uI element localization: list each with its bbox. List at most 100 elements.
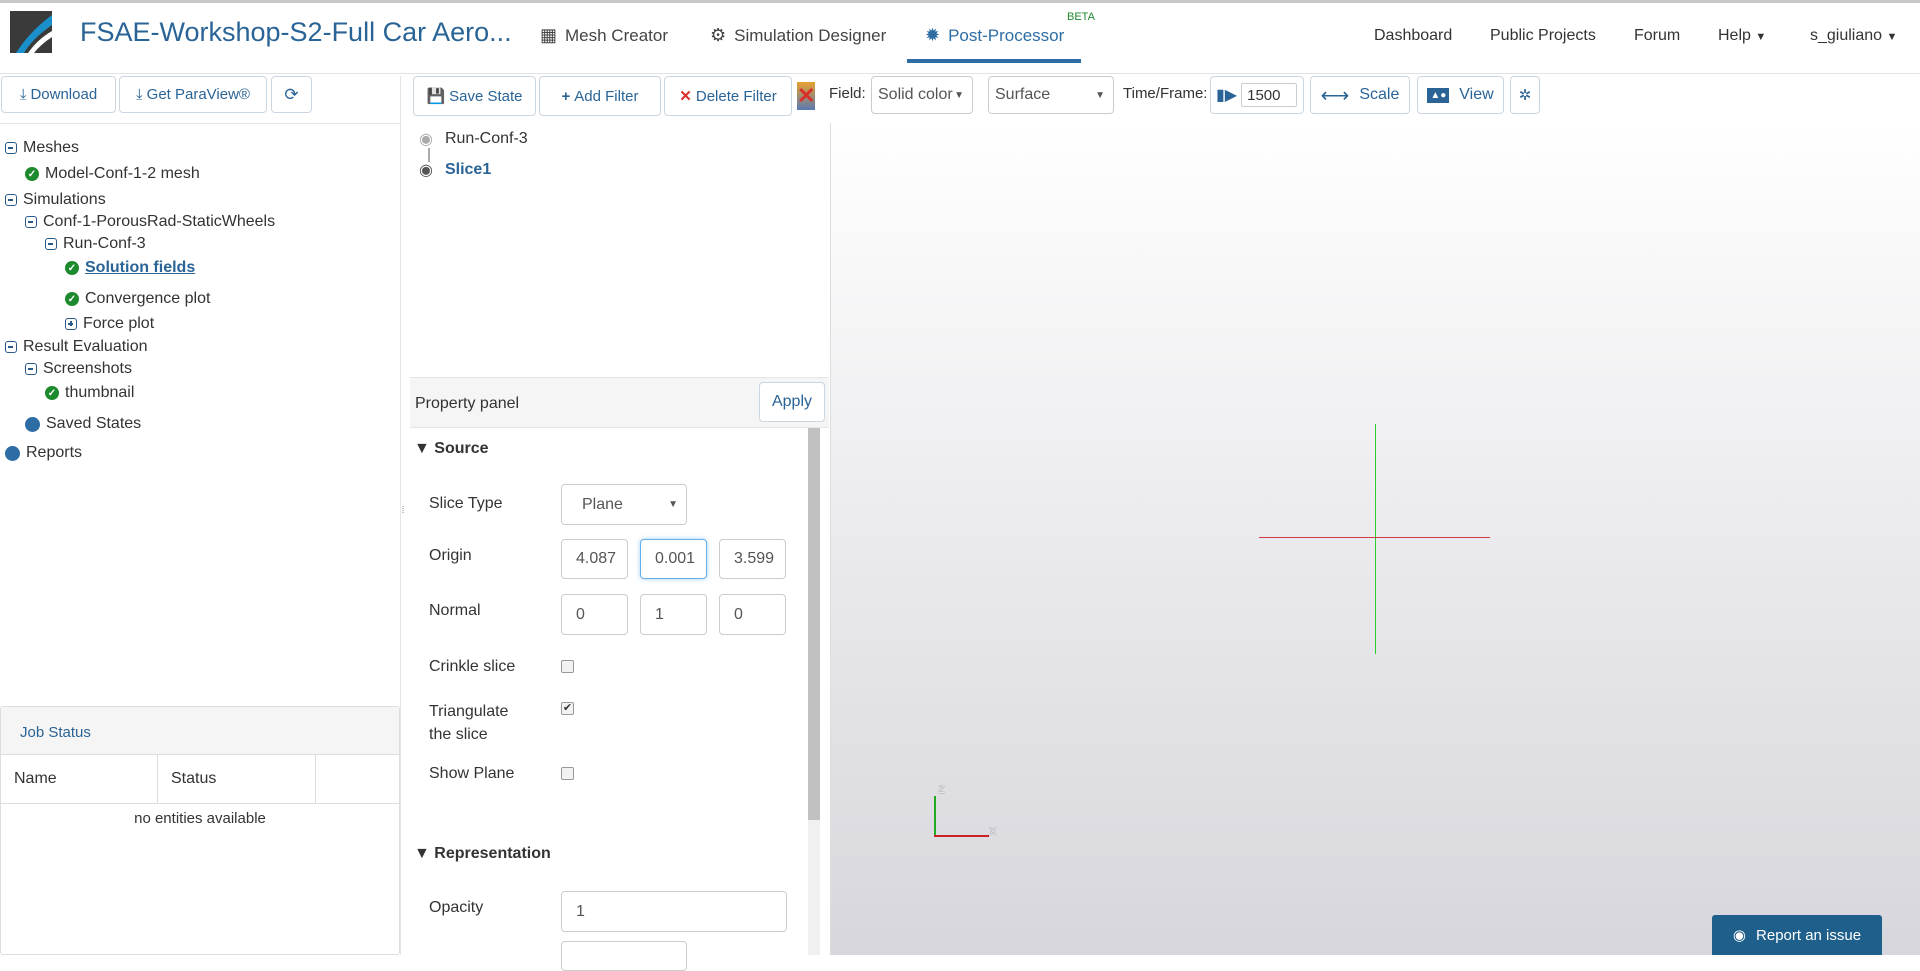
tree-screenshots[interactable]: Screenshots [25, 360, 132, 378]
add-filter-button[interactable]: + Add Filter [539, 76, 661, 116]
collapse-icon[interactable] [5, 142, 17, 154]
refresh-button[interactable]: ⟳ [271, 76, 312, 113]
property-panel-title: Property panel [415, 395, 520, 412]
tree-simulations[interactable]: Simulations [5, 191, 106, 209]
floppy-icon: 💾 [426, 88, 446, 105]
tree-thumbnail[interactable]: ✓ thumbnail [45, 384, 134, 402]
tree-convergence-plot[interactable]: ✓ Convergence plot [65, 290, 210, 308]
report-issue-button[interactable]: ◉ Report an issue [1712, 915, 1882, 955]
tree-solution-fields[interactable]: ✓ Solution fields [65, 259, 195, 277]
origin-x-input[interactable]: 4.087 [561, 539, 628, 579]
collapse-icon[interactable] [25, 216, 37, 228]
splitter-handle[interactable]: ⦙ [402, 505, 404, 516]
opacity-input[interactable]: 1 [561, 891, 787, 932]
caret-down-icon: ▼ [1755, 31, 1767, 43]
pipeline-item-slice[interactable]: ◉ Slice1 [419, 160, 491, 180]
column-name[interactable]: Name [1, 755, 158, 803]
save-state-button[interactable]: 💾 Save State [413, 76, 536, 116]
collapse-icon[interactable] [5, 194, 17, 206]
time-frame-control: ▮▶ 1500 [1210, 76, 1304, 114]
tree-saved-states[interactable]: Saved States [25, 415, 141, 433]
3d-viewport[interactable]: Z X [830, 123, 1920, 955]
nav-forum[interactable]: Forum [1634, 27, 1680, 45]
delete-filter-button[interactable]: ✕ Delete Filter [664, 76, 792, 116]
job-status-panel: Job Status Name Status no entities avail… [0, 706, 400, 955]
tree-meshes[interactable]: Meshes [5, 139, 79, 157]
eye-icon[interactable]: ◉ [419, 129, 433, 149]
plus-icon: + [561, 87, 571, 105]
crinkle-slice-label: Crinkle slice [429, 658, 516, 675]
play-icon[interactable]: ▮▶ [1216, 85, 1237, 105]
tree-run[interactable]: Run-Conf-3 [45, 235, 146, 253]
eye-icon[interactable]: ◉ [419, 160, 433, 180]
view-button[interactable]: ▲● View [1417, 76, 1504, 114]
nav-active-underline [907, 59, 1081, 63]
nav-simulation-designer[interactable]: ⚙ Simulation Designer [710, 25, 886, 46]
next-input[interactable] [561, 941, 687, 971]
cog-icon: ✲ [1518, 87, 1532, 104]
collapse-icon[interactable] [5, 341, 17, 353]
field-select[interactable]: Solid color ▼ [871, 76, 973, 114]
show-plane-checkbox[interactable] [561, 767, 574, 780]
circle-icon [5, 445, 20, 461]
normal-z-input[interactable]: 0 [719, 594, 786, 635]
section-representation[interactable]: ▼ Representation [414, 845, 551, 863]
slice-type-label: Slice Type [429, 495, 503, 512]
section-source[interactable]: ▼ Source [414, 440, 489, 458]
nav-post-processor[interactable]: ✹ Post-Processor [925, 25, 1064, 46]
tree-result-evaluation[interactable]: Result Evaluation [5, 338, 148, 356]
pipeline-item-run[interactable]: ◉ Run-Conf-3 [419, 129, 528, 149]
simscale-logo[interactable] [10, 11, 52, 53]
gears-icon: ⚙ [710, 25, 727, 45]
normal-y-input[interactable]: 1 [640, 594, 707, 635]
caret-down-icon: ▼ [1886, 31, 1898, 43]
nav-mesh-creator[interactable]: ▦ Mesh Creator [540, 25, 668, 46]
settings-button[interactable]: ✲ [1510, 76, 1540, 114]
origin-y-input[interactable]: 0.001 [640, 539, 707, 579]
tree-reports[interactable]: Reports [5, 444, 82, 462]
x-icon: ✕ [679, 88, 692, 105]
origin-label: Origin [429, 547, 472, 564]
user-menu[interactable]: s_giuliano ▼ [1810, 27, 1897, 45]
tree-mesh-item[interactable]: ✓ Model-Conf-1-2 mesh [25, 165, 200, 183]
download-button[interactable]: ⤓ Download [1, 76, 116, 113]
tree-force-plot[interactable]: Force plot [65, 315, 154, 333]
scale-button[interactable]: ⟷ Scale [1310, 76, 1410, 114]
axis-x-label: X [989, 826, 997, 838]
column-status[interactable]: Status [158, 755, 316, 803]
nav-public-projects[interactable]: Public Projects [1490, 27, 1596, 45]
representation-select[interactable]: Surface ▼ [988, 76, 1114, 114]
field-label: Field: [829, 85, 866, 102]
nav-help[interactable]: Help ▼ [1718, 27, 1766, 45]
expand-icon[interactable] [65, 318, 77, 330]
circle-icon [25, 416, 40, 432]
origin-z-input[interactable]: 3.599 [719, 539, 786, 579]
job-status-header: Job Status [1, 707, 399, 755]
slice-plane-horizontal [1259, 537, 1490, 538]
caret-down-icon: ▼ [1095, 89, 1105, 101]
apply-button[interactable]: Apply [759, 382, 825, 422]
collapse-icon[interactable] [45, 238, 57, 250]
project-title[interactable]: FSAE-Workshop-S2-Full Car Aero... [80, 17, 512, 48]
slice-type-select[interactable]: Plane ▼ [561, 484, 687, 525]
collapse-icon[interactable] [25, 363, 37, 375]
panel-divider[interactable] [400, 76, 401, 955]
scrollbar-thumb[interactable] [808, 428, 820, 820]
tree-simulation-item[interactable]: Conf-1-PorousRad-StaticWheels [25, 213, 275, 231]
caret-down-icon: ▼ [668, 499, 678, 510]
grid-icon: ▦ [540, 25, 558, 45]
crinkle-slice-checkbox[interactable] [561, 660, 574, 673]
axis-z-label: Z [938, 784, 945, 796]
reset-colors-icon[interactable]: ✕ [797, 82, 815, 110]
get-paraview-button[interactable]: ⤓ Get ParaView® [119, 76, 267, 113]
normal-label: Normal [429, 602, 481, 619]
eye-icon: ◉ [1732, 927, 1747, 944]
camera-view-icon: ▲● [1427, 87, 1450, 103]
time-frame-input[interactable]: 1500 [1241, 83, 1298, 107]
cog-icon: ✹ [925, 25, 941, 45]
triangulate-checkbox[interactable]: ✔ [561, 702, 574, 715]
app-header: FSAE-Workshop-S2-Full Car Aero... ▦ Mesh … [0, 3, 1920, 74]
normal-x-input[interactable]: 0 [561, 594, 628, 635]
empty-message: no entities available [134, 810, 266, 827]
nav-dashboard[interactable]: Dashboard [1374, 27, 1452, 45]
